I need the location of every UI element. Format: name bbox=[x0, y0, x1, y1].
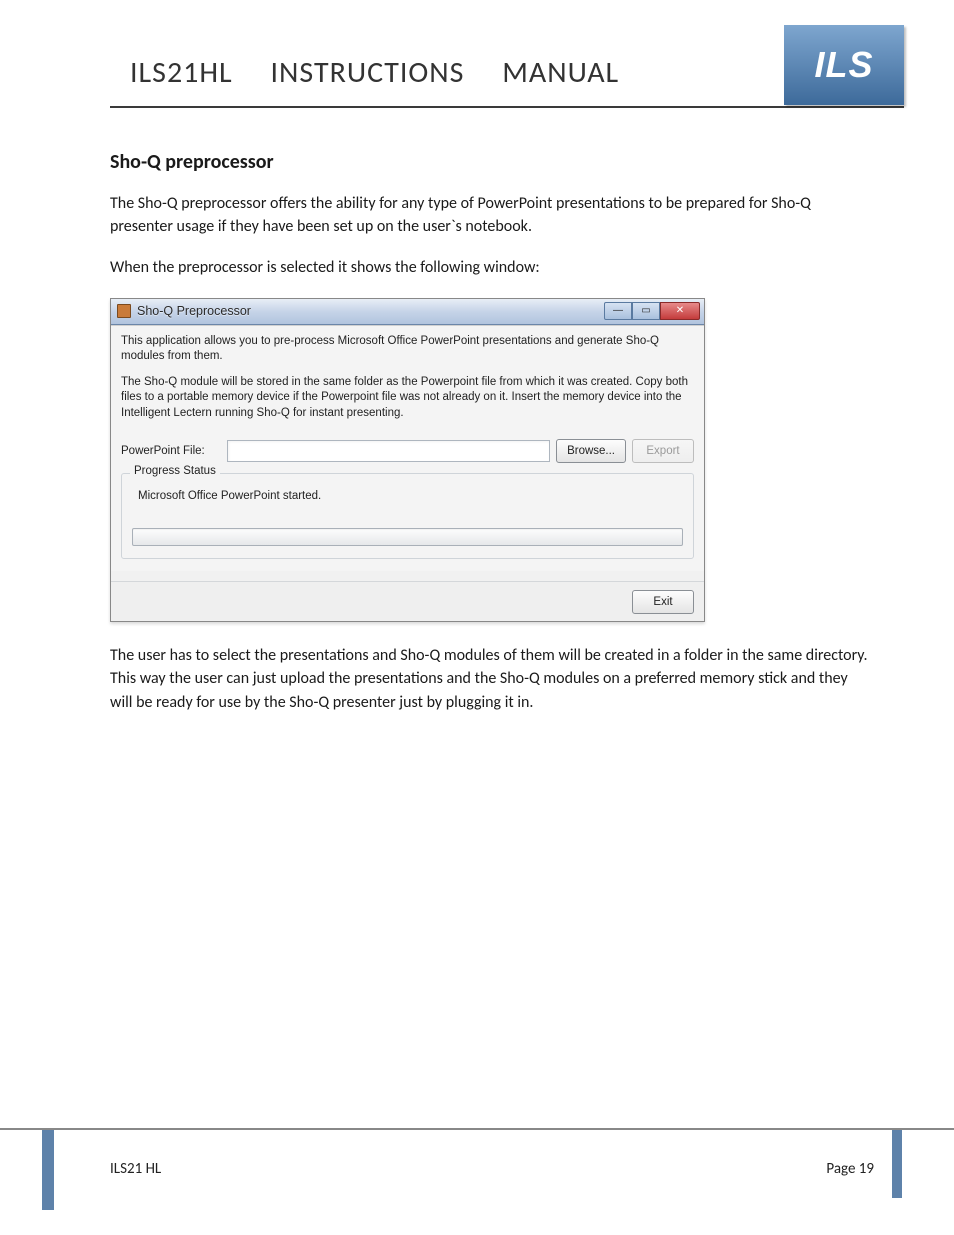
exit-button[interactable]: Exit bbox=[632, 590, 694, 614]
window-bottom-bar: Exit bbox=[111, 581, 704, 621]
progress-bar bbox=[132, 528, 683, 546]
page-header: ILS21HL INSTRUCTIONS MANUAL ILS bbox=[110, 38, 904, 108]
window-titlebar[interactable]: Sho-Q Preprocessor — ▭ ✕ bbox=[111, 299, 704, 325]
progress-group-label: Progress Status bbox=[130, 465, 220, 477]
minimize-button[interactable]: — bbox=[604, 302, 632, 320]
shoq-preprocessor-window: Sho-Q Preprocessor — ▭ ✕ This applicatio… bbox=[110, 298, 705, 623]
browse-button[interactable]: Browse... bbox=[556, 439, 626, 463]
footer-left-accent bbox=[42, 1130, 54, 1210]
intro-paragraph-1: The Sho-Q preprocessor offers the abilit… bbox=[110, 192, 870, 238]
maximize-button[interactable]: ▭ bbox=[632, 302, 660, 320]
section-heading: Sho-Q preprocessor bbox=[110, 150, 870, 174]
ils-logo-text: ILS bbox=[814, 44, 873, 86]
app-description-1: This application allows you to pre-proce… bbox=[121, 334, 694, 365]
footer-right-accent bbox=[892, 1130, 902, 1198]
outro-paragraph: The user has to select the presentations… bbox=[110, 644, 870, 714]
window-app-icon bbox=[117, 304, 131, 318]
ils-logo: ILS bbox=[784, 25, 904, 105]
powerpoint-file-input[interactable] bbox=[227, 440, 550, 462]
app-description-2: The Sho-Q module will be stored in the s… bbox=[121, 375, 694, 422]
footer-page-number: Page 19 bbox=[826, 1160, 874, 1178]
window-controls: — ▭ ✕ bbox=[604, 302, 700, 320]
page-content: Sho-Q preprocessor The Sho-Q preprocesso… bbox=[110, 150, 870, 732]
file-label: PowerPoint File: bbox=[121, 445, 221, 457]
intro-paragraph-2: When the preprocessor is selected it sho… bbox=[110, 256, 870, 279]
close-button[interactable]: ✕ bbox=[660, 302, 700, 320]
window-title: Sho-Q Preprocessor bbox=[137, 304, 604, 318]
header-title: ILS21HL INSTRUCTIONS MANUAL bbox=[110, 54, 619, 91]
window-client-area: This application allows you to pre-proce… bbox=[111, 325, 704, 572]
maximize-icon: ▭ bbox=[641, 306, 650, 316]
close-icon: ✕ bbox=[676, 306, 684, 316]
document-page: ILS21HL INSTRUCTIONS MANUAL ILS Sho-Q pr… bbox=[0, 0, 954, 1235]
footer-rule bbox=[0, 1128, 954, 1130]
file-row: PowerPoint File: Browse... Export bbox=[121, 439, 694, 463]
export-button[interactable]: Export bbox=[632, 439, 694, 463]
progress-groupbox: Progress Status Microsoft Office PowerPo… bbox=[121, 473, 694, 559]
footer-doc-name: ILS21 HL bbox=[110, 1160, 161, 1178]
minimize-icon: — bbox=[613, 306, 623, 316]
progress-status-text: Microsoft Office PowerPoint started. bbox=[138, 490, 683, 502]
